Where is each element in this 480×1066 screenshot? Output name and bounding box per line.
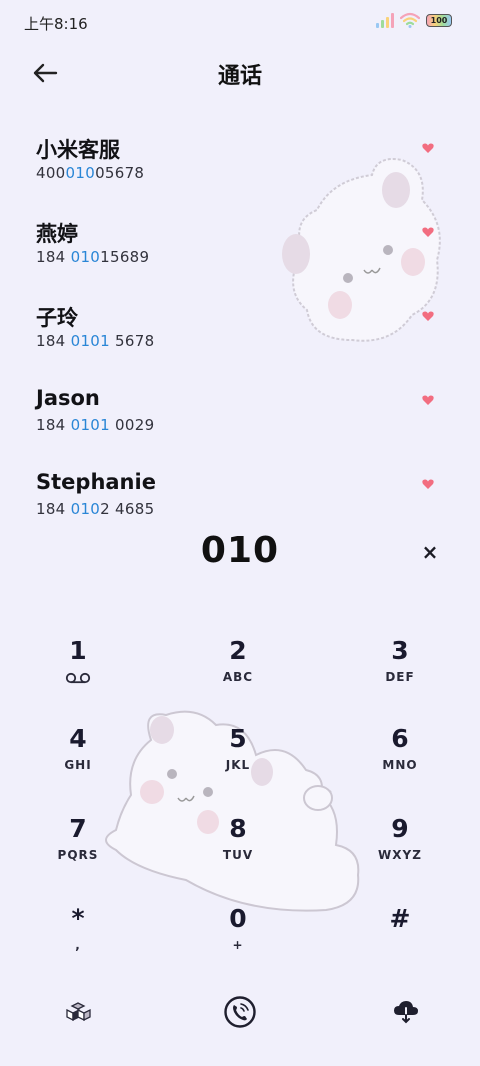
key-digit: * [71, 904, 85, 933]
cubes-icon [66, 1002, 91, 1022]
key-letters: TUV [222, 848, 254, 862]
key-6[interactable]: 6 MNO [340, 724, 460, 798]
number-prefix: 400 [36, 164, 66, 182]
contact-number: 184 0101 5678 [36, 332, 154, 350]
number-prefix: 184 [36, 332, 71, 350]
phone-call-icon [224, 996, 256, 1028]
contact-name: 小米客服 [36, 138, 120, 162]
cubes-button[interactable] [54, 988, 102, 1036]
heart-icon [422, 311, 434, 321]
key-digit: # [389, 904, 411, 933]
contact-name: Jason [36, 386, 100, 410]
key-letters: PQRS [57, 848, 99, 862]
key-letters: , [75, 938, 81, 952]
key-digit: 5 [229, 724, 247, 753]
status-time: 上午8:16 [24, 15, 88, 33]
key-letters: + [232, 938, 244, 952]
call-button[interactable] [216, 988, 264, 1036]
heart-icon [422, 143, 434, 153]
header: 通话 [0, 52, 480, 92]
contact-name: 燕婷 [36, 222, 78, 246]
heart-icon [422, 479, 434, 489]
battery-level: 100 [430, 15, 448, 25]
key-digit: 8 [229, 814, 247, 843]
number-suffix: 2 4685 [100, 500, 155, 518]
battery-icon: 100 [426, 13, 452, 27]
contact-item[interactable]: 燕婷 184 01015689 [0, 210, 480, 294]
number-suffix: 0029 [109, 416, 155, 434]
dialed-number: 010 [200, 530, 280, 571]
number-match: 0101 [70, 332, 110, 350]
number-suffix: 15689 [100, 248, 150, 266]
key-2[interactable]: 2 ABC [178, 636, 298, 710]
bottom-action-bar [0, 988, 480, 1036]
page-title: 通话 [217, 64, 262, 89]
key-hash[interactable]: # [340, 904, 460, 978]
key-digit: 7 [69, 814, 87, 843]
key-letters: ABC [222, 670, 254, 684]
key-7[interactable]: 7 PQRS [18, 814, 138, 888]
key-4[interactable]: 4 GHI [18, 724, 138, 798]
key-letters: JKL [225, 758, 251, 772]
contact-name: 子玲 [36, 306, 78, 330]
contact-number: 184 0102 4685 [36, 500, 154, 518]
key-digit: 0 [229, 904, 247, 933]
contact-item[interactable]: 子玲 184 0101 5678 [0, 294, 480, 378]
key-digit: 1 [69, 636, 87, 665]
number-match: 010 [70, 248, 101, 266]
number-suffix: 05678 [95, 164, 145, 182]
key-letters: GHI [64, 758, 92, 772]
key-digit: 4 [69, 724, 87, 753]
key-letters: DEF [385, 670, 415, 684]
contact-name: Stephanie [36, 470, 156, 494]
contact-item[interactable]: Jason 184 0101 0029 [0, 378, 480, 462]
contact-number: 40001005678 [36, 164, 144, 182]
cloud-download-button[interactable] [382, 988, 430, 1036]
key-letters: MNO [382, 758, 418, 772]
number-prefix: 184 [36, 248, 71, 266]
voicemail-icon [65, 672, 91, 684]
dial-display: 010 × [0, 530, 480, 580]
status-icons: 100 [376, 12, 452, 28]
key-digit: 6 [391, 724, 409, 753]
key-5[interactable]: 5 JKL [178, 724, 298, 798]
contact-number: 184 01015689 [36, 248, 149, 266]
heart-icon [422, 227, 434, 237]
number-match: 010 [70, 500, 101, 518]
number-match: 0101 [70, 416, 110, 434]
key-letters: WXYZ [378, 848, 422, 862]
number-suffix: 5678 [109, 332, 155, 350]
clear-button[interactable]: × [416, 538, 444, 566]
cloud-download-icon [394, 1001, 418, 1024]
heart-icon [422, 395, 434, 405]
wifi-icon [400, 12, 420, 28]
number-prefix: 184 [36, 416, 71, 434]
dial-keypad: 1 2 ABC 3 DEF 4 GHI 5 JKL 6 MNO 7 PQRS 8… [0, 628, 480, 968]
status-bar: 上午8:16 100 [0, 0, 480, 44]
key-0[interactable]: 0 + [178, 904, 298, 978]
key-digit: 9 [391, 814, 409, 843]
signal-icon [376, 12, 394, 28]
key-1[interactable]: 1 [18, 636, 138, 710]
key-9[interactable]: 9 WXYZ [340, 814, 460, 888]
close-icon: × [421, 540, 439, 564]
key-star[interactable]: * , [18, 904, 138, 978]
key-3[interactable]: 3 DEF [340, 636, 460, 710]
number-match: 010 [65, 164, 96, 182]
number-prefix: 184 [36, 500, 71, 518]
contact-number: 184 0101 0029 [36, 416, 154, 434]
key-digit: 2 [229, 636, 247, 665]
key-digit: 3 [391, 636, 409, 665]
key-8[interactable]: 8 TUV [178, 814, 298, 888]
contact-item[interactable]: 小米客服 40001005678 [0, 126, 480, 210]
